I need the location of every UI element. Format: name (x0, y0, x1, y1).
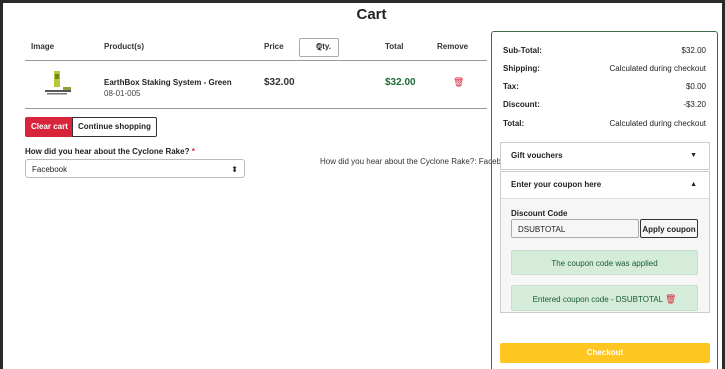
chevron-updown-icon: ⬍ (231, 165, 238, 174)
page-title: Cart (356, 6, 387, 23)
survey-summary: How did you hear about the Cyclone Rake?… (320, 157, 514, 166)
product-sku: 08-01-005 (104, 89, 141, 98)
summary-row: Total: Calculated during checkout (503, 119, 706, 128)
product-total: $32.00 (385, 77, 416, 88)
clear-cart-button[interactable]: Clear cart (25, 117, 74, 137)
coupon-applied-alert: The coupon code was applied (511, 250, 698, 275)
product-image[interactable] (43, 70, 73, 98)
survey-label: How did you hear about the Cyclone Rake?… (25, 147, 195, 156)
col-total: Total (385, 42, 404, 51)
apply-coupon-button[interactable]: Apply coupon (640, 219, 698, 238)
discount-label: Discount Code (511, 209, 568, 218)
product-price: $32.00 (264, 77, 295, 88)
entered-coupon-alert: Entered coupon code - DSUBTOTAL 🗑 (511, 285, 698, 311)
summary-row: Tax: $0.00 (503, 82, 706, 91)
summary-row: Sub-Total: $32.00 (503, 46, 706, 55)
quantity-input[interactable]: 1 (299, 38, 339, 57)
chevron-down-icon: ▼ (690, 152, 697, 159)
table-row: EarthBox Staking System - Green 08-01-00… (25, 61, 487, 109)
col-price: Price (264, 42, 284, 51)
col-image: Image (31, 42, 55, 51)
continue-shopping-button[interactable]: Continue shopping (72, 117, 157, 137)
gift-vouchers-accordion[interactable]: Gift vouchers ▼ (500, 142, 710, 170)
trash-icon[interactable]: 🗑 (665, 294, 676, 304)
product-name[interactable]: EarthBox Staking System - Green (104, 78, 232, 87)
col-remove: Remove (437, 42, 469, 51)
order-summary: Sub-Total: $32.00 Shipping: Calculated dur… (491, 31, 718, 369)
cart-table: Image Product(s) Price Qty. Total Remove… (25, 34, 487, 109)
table-header: Image Product(s) Price Qty. Total Remove (25, 34, 487, 61)
chevron-up-icon: ▲ (690, 181, 697, 188)
coupon-code-input[interactable]: DSUBTOTAL (511, 219, 639, 238)
coupon-accordion-header[interactable]: Enter your coupon here ▲ (501, 172, 709, 199)
survey-select[interactable]: Facebook ⬍ (25, 159, 245, 178)
summary-row: Shipping: Calculated during checkout (503, 64, 706, 73)
trash-icon[interactable]: 🗑 (453, 77, 464, 88)
col-product: Product(s) (104, 42, 144, 51)
summary-row: Discount: -$3.20 (503, 100, 706, 109)
checkout-button[interactable]: Checkout (500, 343, 710, 363)
